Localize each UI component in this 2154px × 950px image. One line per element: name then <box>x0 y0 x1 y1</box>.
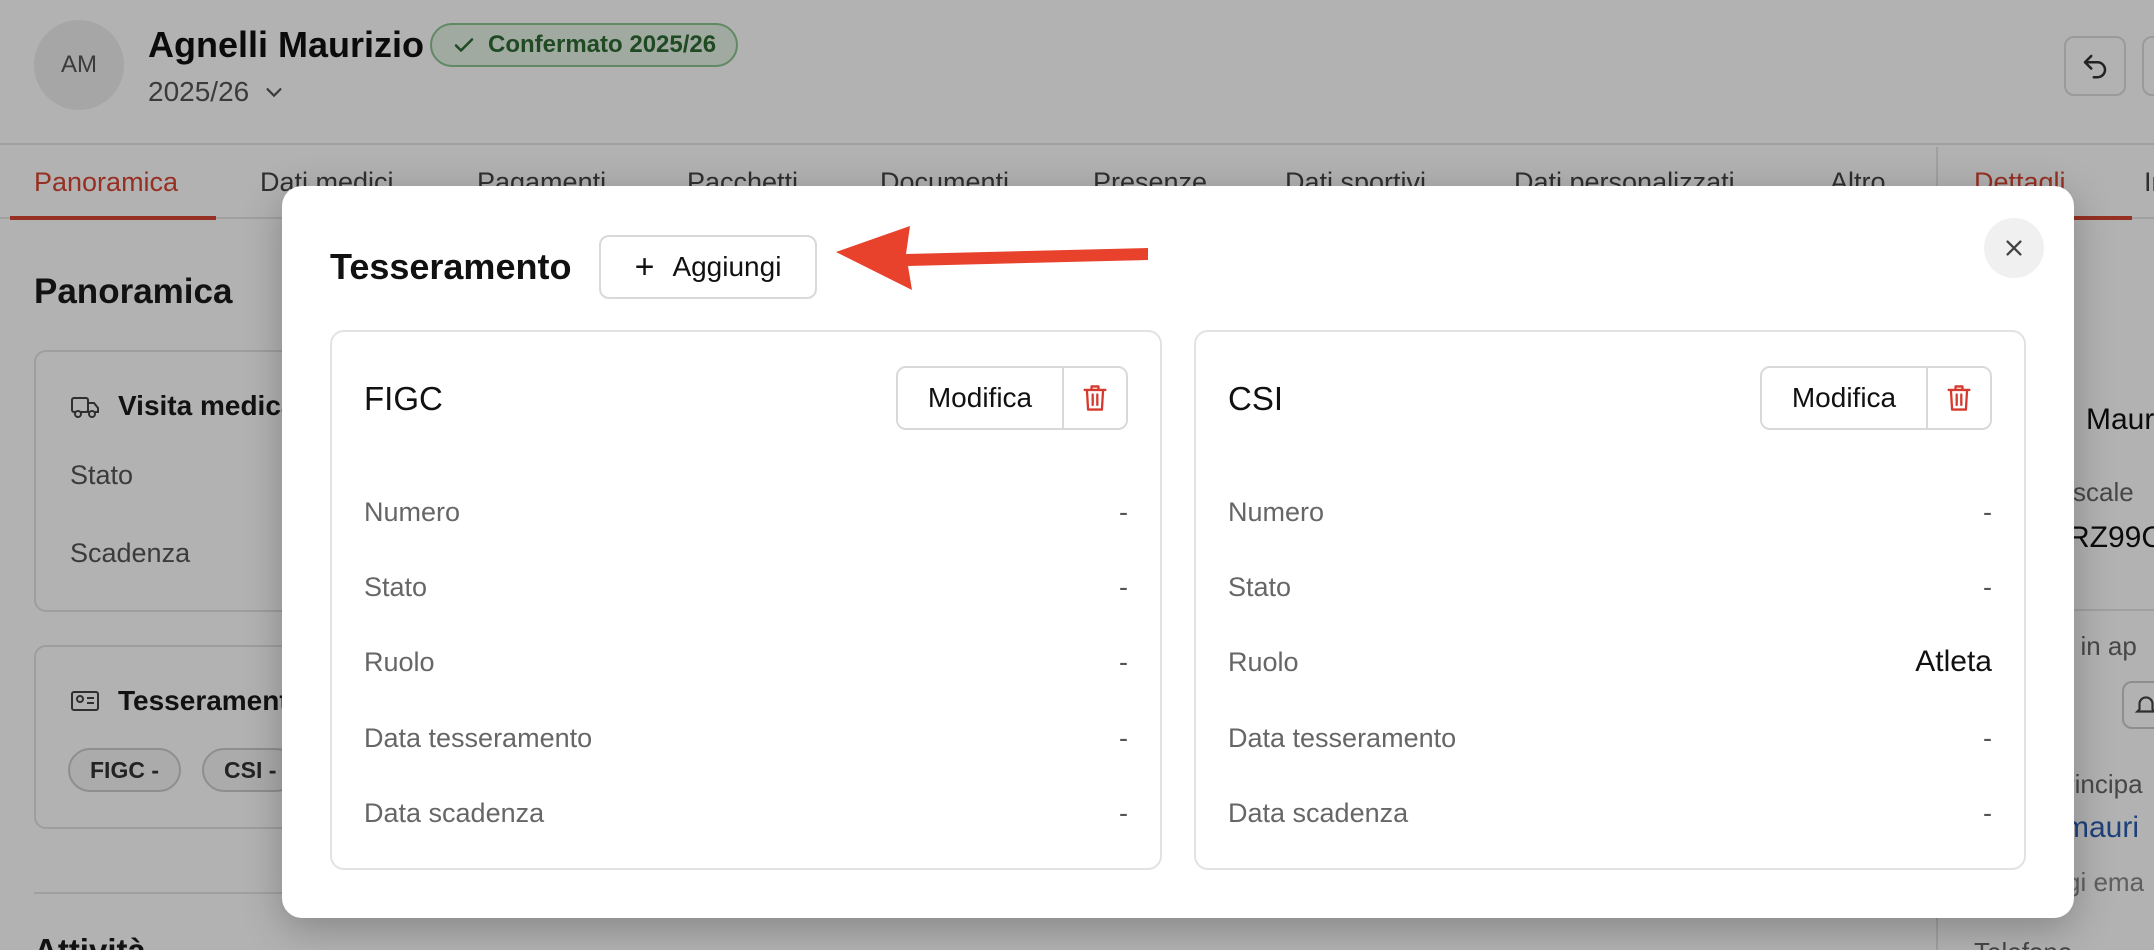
annotation-arrow-icon <box>836 226 1148 290</box>
field-row-ruolo: Ruolo - <box>364 642 1128 682</box>
field-value: Atleta <box>1915 645 1992 678</box>
field-value: - <box>1119 571 1128 602</box>
field-label: Data tesseramento <box>364 722 593 753</box>
field-value: - <box>1983 797 1992 828</box>
add-membership-button[interactable]: + Aggiungi <box>599 235 817 299</box>
plus-icon: + <box>634 248 655 286</box>
field-label: Ruolo <box>364 646 435 677</box>
field-label: Data tesseramento <box>1228 722 1457 753</box>
field-row-data-tesseramento: Data tesseramento - <box>1228 718 1992 758</box>
field-label: Stato <box>1228 571 1292 602</box>
field-row-data-scadenza: Data scadenza - <box>1228 793 1992 833</box>
add-button-label: Aggiungi <box>672 251 782 282</box>
field-label: Ruolo <box>1228 646 1299 677</box>
field-value: - <box>1983 722 1992 753</box>
field-label: Numero <box>364 496 461 527</box>
field-row-ruolo: Ruolo Atleta <box>1228 642 1992 682</box>
field-row-stato: Stato - <box>364 567 1128 607</box>
field-row-numero: Numero - <box>1228 492 1992 532</box>
field-label: Stato <box>364 571 428 602</box>
delete-button[interactable] <box>1064 368 1126 428</box>
field-value: - <box>1119 797 1128 828</box>
membership-panel-csi: CSI Modifica Numero - Stato - Ruolo Atleta … <box>1194 330 2026 870</box>
panel-actions: Modifica <box>1760 366 1992 430</box>
field-value: - <box>1119 722 1128 753</box>
field-value: - <box>1983 496 1992 527</box>
edit-button[interactable]: Modifica <box>1762 368 1928 428</box>
delete-button[interactable] <box>1928 368 1990 428</box>
field-value: - <box>1119 646 1128 677</box>
field-label: Data scadenza <box>364 797 545 828</box>
modal-title: Tesseramento <box>330 246 572 287</box>
panel-name: FIGC <box>364 380 443 417</box>
panel-actions: Modifica <box>896 366 1128 430</box>
edit-button[interactable]: Modifica <box>898 368 1064 428</box>
close-icon <box>2006 240 2022 256</box>
field-row-data-scadenza: Data scadenza - <box>364 793 1128 833</box>
membership-panel-figc: FIGC Modifica Numero - Stato - Ruolo - Data… <box>330 330 1162 870</box>
close-modal-button[interactable] <box>1984 218 2044 278</box>
membership-modal: Tesseramento + Aggiungi FIGC Modifica Nu… <box>282 186 2074 918</box>
field-row-stato: Stato - <box>1228 567 1992 607</box>
panel-name: CSI <box>1228 380 1284 417</box>
field-value: - <box>1983 571 1992 602</box>
trash-icon <box>1947 385 1971 411</box>
field-label: Numero <box>1228 496 1325 527</box>
field-label: Data scadenza <box>1228 797 1409 828</box>
trash-icon <box>1083 385 1107 411</box>
field-row-numero: Numero - <box>364 492 1128 532</box>
field-row-data-tesseramento: Data tesseramento - <box>364 718 1128 758</box>
field-value: - <box>1119 496 1128 527</box>
